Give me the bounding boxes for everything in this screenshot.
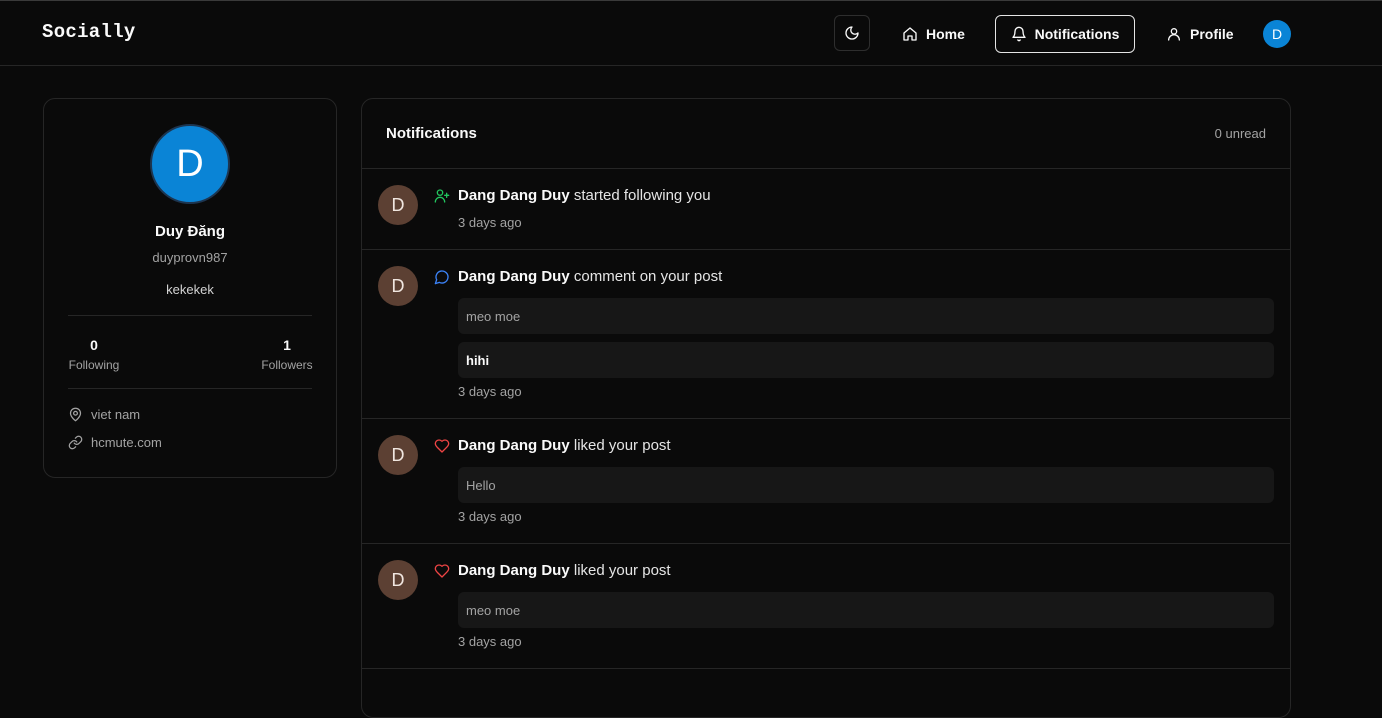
comment-preview[interactable]: hihi xyxy=(458,342,1274,378)
notification-message: Dang Dang Duy liked your post xyxy=(434,437,671,454)
notification-avatar[interactable]: D xyxy=(378,185,418,225)
profile-location-text: viet nam xyxy=(91,407,141,422)
profile-name[interactable]: Duy Đăng xyxy=(44,223,336,240)
notification-time: 3 days ago xyxy=(458,509,522,524)
bell-icon xyxy=(1011,26,1027,42)
followers-label: Followers xyxy=(261,358,313,372)
nav-profile-button[interactable]: Profile xyxy=(1150,15,1250,53)
user-plus-icon xyxy=(434,188,450,204)
user-avatar-button[interactable]: D xyxy=(1263,20,1291,48)
nav-notifications-label: Notifications xyxy=(1034,26,1120,42)
top-navbar: Socially Home Notifications Profile D xyxy=(0,0,1382,66)
profile-bio: kekekek xyxy=(166,282,214,297)
notification-time: 3 days ago xyxy=(458,384,522,399)
home-icon xyxy=(902,26,918,42)
notification-time: 3 days ago xyxy=(458,215,522,230)
notifications-header: Notifications 0 unread xyxy=(362,99,1290,169)
notification-message: Dang Dang Duy started following you xyxy=(434,187,711,204)
notification-user[interactable]: Dang Dang Duy xyxy=(458,562,570,579)
post-preview[interactable]: Hello xyxy=(458,467,1274,503)
notification-action: comment on your post xyxy=(573,268,723,285)
brand-logo[interactable]: Socially xyxy=(42,21,136,43)
map-pin-icon xyxy=(68,407,83,422)
nav-home-label: Home xyxy=(926,26,965,42)
notifications-title: Notifications xyxy=(386,125,477,142)
heart-icon xyxy=(434,563,450,579)
profile-sidebar-card: D Duy Đăng duyprovn987 kekekek 0 Followi… xyxy=(43,98,337,478)
notification-user[interactable]: Dang Dang Duy xyxy=(458,187,570,204)
notification-action: liked your post xyxy=(573,562,671,579)
notification-user[interactable]: Dang Dang Duy xyxy=(458,437,570,454)
notification-action: started following you xyxy=(573,187,711,204)
theme-toggle-button[interactable] xyxy=(834,15,870,51)
notification-item[interactable]: D Dang Dang Duy started following you 3 … xyxy=(362,169,1290,250)
profile-website[interactable]: hcmute.com xyxy=(68,435,162,450)
profile-website-link[interactable]: hcmute.com xyxy=(91,435,162,450)
profile-avatar[interactable]: D xyxy=(150,124,230,204)
moon-icon xyxy=(844,25,860,41)
followers-count: 1 xyxy=(283,337,291,353)
following-stat: 0 Following xyxy=(68,337,120,372)
notifications-card: Notifications 0 unread D Dang Dang Duy s… xyxy=(361,98,1291,718)
profile-username: duyprovn987 xyxy=(152,250,228,265)
unread-count: 0 unread xyxy=(1214,126,1266,141)
following-label: Following xyxy=(68,358,120,372)
comment-icon xyxy=(434,269,450,285)
profile-divider xyxy=(68,315,312,316)
notification-time: 3 days ago xyxy=(458,634,522,649)
heart-icon xyxy=(434,438,450,454)
notification-message: Dang Dang Duy liked your post xyxy=(434,562,671,579)
user-icon xyxy=(1166,26,1182,42)
followers-stat: 1 Followers xyxy=(260,337,314,372)
profile-location: viet nam xyxy=(68,407,140,422)
notification-avatar[interactable]: D xyxy=(378,266,418,306)
notification-message: Dang Dang Duy comment on your post xyxy=(434,268,722,285)
link-icon xyxy=(68,435,83,450)
notification-avatar[interactable]: D xyxy=(378,435,418,475)
post-preview[interactable]: meo moe xyxy=(458,298,1274,334)
notification-item[interactable]: D Dang Dang Duy comment on your post meo… xyxy=(362,250,1290,419)
notification-item[interactable]: D Dang Dang Duy liked your post meo moe … xyxy=(362,544,1290,669)
notification-user[interactable]: Dang Dang Duy xyxy=(458,268,570,285)
nav-profile-label: Profile xyxy=(1190,26,1234,42)
notification-item[interactable]: D Dang Dang Duy liked your post Hello 3 … xyxy=(362,419,1290,544)
following-count: 0 xyxy=(90,337,98,353)
nav-notifications-button[interactable]: Notifications xyxy=(995,15,1135,53)
notification-avatar[interactable]: D xyxy=(378,560,418,600)
nav-home-button[interactable]: Home xyxy=(886,15,981,53)
notification-action: liked your post xyxy=(573,437,671,454)
profile-divider xyxy=(68,388,312,389)
post-preview[interactable]: meo moe xyxy=(458,592,1274,628)
